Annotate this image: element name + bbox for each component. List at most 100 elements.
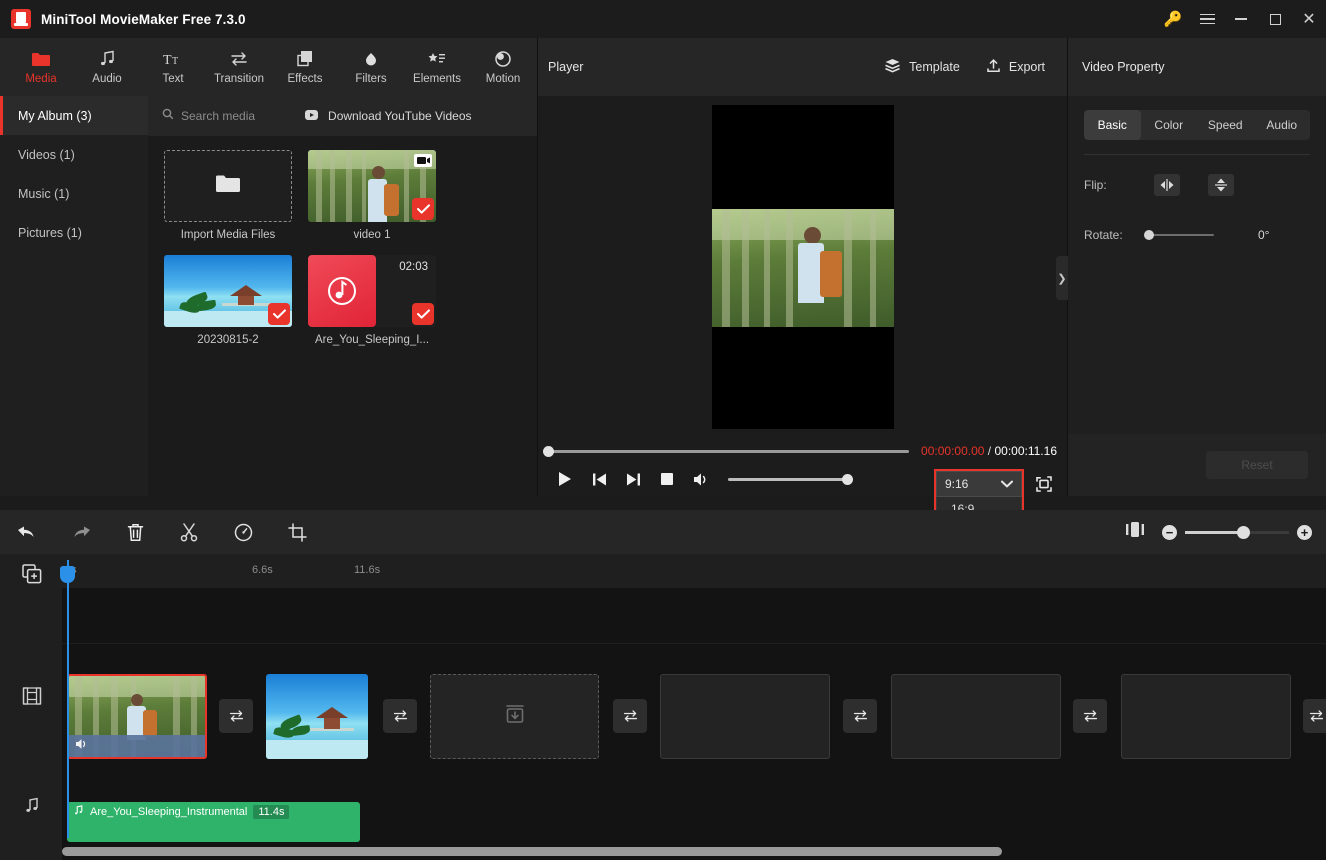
transition-slot-1[interactable] xyxy=(219,699,253,733)
transition-slot-2[interactable] xyxy=(383,699,417,733)
timeline-clip-audio[interactable]: Are_You_Sleeping_Instrumental 11.4s xyxy=(67,802,360,842)
key-icon[interactable]: 🔑 xyxy=(1156,0,1190,38)
flip-vertical-icon[interactable] xyxy=(1208,174,1234,196)
tab-filters[interactable]: Filters xyxy=(338,38,404,96)
template-button[interactable]: Template xyxy=(884,58,960,76)
zoom-handle[interactable] xyxy=(1237,525,1250,539)
tab-speed[interactable]: Speed xyxy=(1197,110,1254,140)
stop-icon[interactable] xyxy=(650,464,684,494)
transition-slot-4[interactable] xyxy=(843,699,877,733)
media-thumbnail[interactable]: 02:03 xyxy=(308,255,436,327)
tab-media[interactable]: Media xyxy=(8,38,74,96)
tab-filters-label: Filters xyxy=(355,73,387,85)
tab-elements[interactable]: Elements xyxy=(404,38,470,96)
tab-basic[interactable]: Basic xyxy=(1084,110,1141,140)
timeline-horizontal-scrollbar[interactable] xyxy=(62,847,1002,856)
video-track[interactable] xyxy=(62,644,1326,784)
sidebar-item-pictures[interactable]: Pictures (1) xyxy=(0,213,148,252)
skip-forward-icon[interactable] xyxy=(616,464,650,494)
current-time: 00:00:00.00 xyxy=(921,444,985,458)
play-icon[interactable] xyxy=(548,464,582,494)
tab-transition[interactable]: Transition xyxy=(206,38,272,96)
timeline-clip-video-1[interactable] xyxy=(67,674,207,759)
maximize-icon[interactable] xyxy=(1258,0,1292,38)
export-button[interactable]: Export xyxy=(986,58,1045,76)
sidebar-item-music[interactable]: Music (1) xyxy=(0,174,148,213)
skip-back-icon[interactable] xyxy=(582,464,616,494)
zoom-slider[interactable] xyxy=(1185,525,1289,539)
timeline-ruler[interactable]: 0s 6.6s 11.6s xyxy=(62,554,1326,588)
media-thumbnail[interactable] xyxy=(164,255,292,327)
media-item-20230815-2[interactable]: 20230815-2 xyxy=(164,255,292,346)
crop-icon[interactable] xyxy=(270,510,324,554)
minus-icon[interactable]: − xyxy=(1162,524,1177,540)
redo-arrow-icon[interactable] xyxy=(54,510,108,554)
rotate-slider[interactable] xyxy=(1144,229,1214,240)
speaker-small-icon[interactable] xyxy=(75,737,89,755)
timeline-empty-slot-3[interactable] xyxy=(1121,674,1291,759)
tab-audio[interactable]: Audio xyxy=(1254,110,1311,140)
transition-slot-3[interactable] xyxy=(613,699,647,733)
volume-handle[interactable] xyxy=(842,473,853,485)
add-media-icon[interactable] xyxy=(20,562,44,586)
volume-slider[interactable] xyxy=(728,473,853,485)
reset-button[interactable]: Reset xyxy=(1206,451,1308,479)
playhead-handle[interactable] xyxy=(60,566,75,583)
playhead[interactable] xyxy=(60,560,75,838)
music-note-icon xyxy=(98,49,116,69)
tab-effects[interactable]: Effects xyxy=(272,38,338,96)
undo-arrow-icon[interactable] xyxy=(0,510,54,554)
media-item-import[interactable]: Import Media Files xyxy=(164,150,292,241)
plus-icon[interactable]: + xyxy=(1297,524,1312,540)
media-item-video-1[interactable]: video 1 xyxy=(308,150,436,241)
rotate-handle[interactable] xyxy=(1144,229,1154,240)
timeline-clip-20230815-2[interactable] xyxy=(266,674,368,759)
video-preview-canvas[interactable] xyxy=(711,105,894,429)
tab-audio[interactable]: Audio xyxy=(74,38,140,96)
timeline-empty-slot-2[interactable] xyxy=(891,674,1061,759)
media-thumbnail[interactable] xyxy=(308,150,436,222)
sidebar-item-videos[interactable]: Videos (1) xyxy=(0,135,148,174)
sidebar-item-my-album[interactable]: My Album (3) xyxy=(0,96,148,135)
media-checkbox[interactable] xyxy=(412,303,434,325)
speedometer-icon[interactable] xyxy=(216,510,270,554)
media-checkbox[interactable] xyxy=(268,303,290,325)
sidebar-item-label: Videos (1) xyxy=(18,147,75,162)
transition-slot-6[interactable] xyxy=(1303,699,1326,733)
transition-arrows-icon xyxy=(229,49,249,69)
effects-track[interactable] xyxy=(62,588,1326,644)
tab-color[interactable]: Color xyxy=(1141,110,1198,140)
aspect-ratio-field[interactable]: 9:16 xyxy=(936,471,1022,497)
tab-text[interactable]: TT Text xyxy=(140,38,206,96)
upload-icon xyxy=(986,58,1001,76)
tab-motion[interactable]: Motion xyxy=(470,38,536,96)
hamburger-menu-icon[interactable] xyxy=(1190,0,1224,38)
timeline-empty-slot-1[interactable] xyxy=(660,674,830,759)
media-grid: Import Media Files video 1 20230815-2 02… xyxy=(148,136,537,346)
rotate-value: 0° xyxy=(1258,228,1270,242)
media-item-audio[interactable]: 02:03 Are_You_Sleeping_I... xyxy=(308,255,436,346)
seek-handle[interactable] xyxy=(543,445,554,457)
media-checkbox[interactable] xyxy=(412,198,434,220)
fullscreen-icon[interactable] xyxy=(1033,473,1055,495)
speaker-icon[interactable] xyxy=(684,464,718,494)
timeline-drop-placeholder[interactable] xyxy=(430,674,599,759)
flip-horizontal-icon[interactable] xyxy=(1154,174,1180,196)
seek-slider[interactable] xyxy=(543,445,910,457)
clip-audio-strip xyxy=(69,735,205,757)
fit-timeline-icon[interactable] xyxy=(1126,522,1144,542)
ruler-mark-11.6s: 11.6s xyxy=(354,564,381,576)
download-youtube-button[interactable]: Download YouTube Videos xyxy=(305,109,472,124)
minimize-icon[interactable] xyxy=(1224,0,1258,38)
trash-icon[interactable] xyxy=(108,510,162,554)
player-transport: 00:00:00.00 / 00:00:11.16 9:16 16:9 xyxy=(538,438,1067,594)
transition-slot-5[interactable] xyxy=(1073,699,1107,733)
player-header: Player Template Export xyxy=(538,38,1067,96)
flip-row: Flip: xyxy=(1084,165,1310,205)
chevron-right-icon[interactable]: ❯ xyxy=(1056,256,1068,300)
import-dropzone[interactable] xyxy=(164,150,292,222)
folder-open-icon xyxy=(215,173,241,199)
search-input[interactable]: Search media xyxy=(162,107,255,125)
close-icon[interactable]: ✕ xyxy=(1292,0,1326,38)
scissors-icon[interactable] xyxy=(162,510,216,554)
